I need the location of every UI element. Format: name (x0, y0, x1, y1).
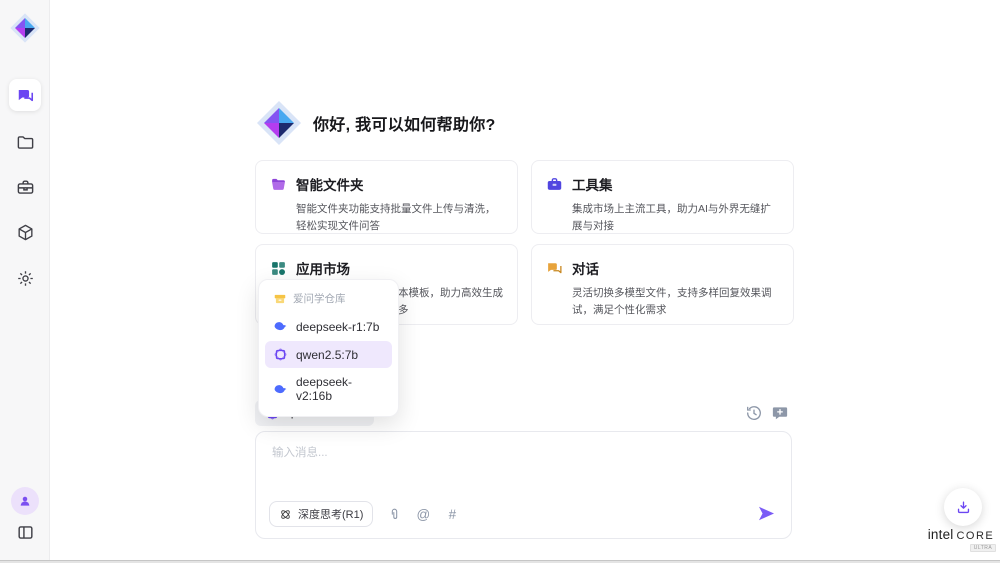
new-chat-button[interactable] (771, 404, 789, 422)
qwen-icon (273, 347, 288, 362)
sidebar-item-folders[interactable] (9, 126, 41, 158)
card-smart-folder[interactable]: 智能文件夹 智能文件夹功能支持批量文件上传与清洗，轻松实现文件问答 (255, 160, 518, 234)
message-plus-icon (771, 404, 789, 422)
cube-icon (16, 223, 35, 242)
greeting-logo (255, 99, 303, 147)
diamond-logo-icon (9, 12, 41, 44)
deep-think-icon (279, 508, 292, 521)
chat-icon (16, 86, 35, 105)
core-brand-text: core (956, 531, 994, 542)
send-button[interactable] (757, 504, 777, 524)
sidebar-item-models[interactable] (9, 216, 41, 248)
chat-bubbles-icon (546, 260, 563, 277)
card-description: 本模板，助力高效生成多 (398, 285, 503, 320)
sidebar-collapse-button[interactable] (9, 516, 41, 548)
message-input[interactable] (272, 444, 772, 488)
at-icon: @ (417, 507, 431, 522)
card-description: 灵活切换多模型文件，支持多样回复效果调试，满足个性化需求 (572, 285, 779, 320)
attach-button[interactable] (386, 506, 402, 522)
sidebar-item-toolbox[interactable] (9, 171, 41, 203)
card-title: 工具集 (572, 174, 613, 194)
panel-layout-icon (16, 523, 35, 542)
history-button[interactable] (745, 404, 763, 422)
history-icon (745, 404, 763, 422)
model-option-deepseek-r1[interactable]: deepseek-r1:7b (265, 313, 392, 340)
folder-icon (270, 176, 287, 193)
composer-toolbar: 深度思考(R1) @ # (269, 501, 777, 527)
model-option-deepseek-v2[interactable]: deepseek-v2:16b (265, 369, 392, 409)
deep-think-toggle[interactable]: 深度思考(R1) (269, 501, 373, 527)
send-icon (757, 504, 776, 523)
model-option-label: deepseek-v2:16b (296, 375, 384, 403)
sidebar-item-settings[interactable] (9, 262, 41, 294)
message-composer: 深度思考(R1) @ # (255, 431, 792, 539)
model-group-label: 爱问学仓库 (293, 291, 346, 306)
folder-icon (16, 133, 35, 152)
hash-icon: # (449, 507, 457, 522)
briefcase-icon (16, 178, 35, 197)
user-icon (17, 493, 33, 509)
app-logo (9, 12, 41, 44)
card-conversation[interactable]: 对话 灵活切换多模型文件，支持多样回复效果调试，满足个性化需求 (531, 244, 794, 325)
card-title: 智能文件夹 (296, 174, 364, 194)
deepseek-whale-icon (273, 382, 288, 397)
user-avatar[interactable] (11, 487, 39, 515)
intel-brand-text: intel (928, 528, 954, 542)
mention-button[interactable]: @ (415, 506, 431, 522)
download-icon (955, 499, 972, 516)
sidebar-item-chat[interactable] (9, 79, 41, 111)
card-title: 对话 (572, 258, 599, 278)
card-description: 智能文件夹功能支持批量文件上传与清洗，轻松实现文件问答 (296, 201, 503, 236)
hash-button[interactable]: # (444, 506, 460, 522)
model-option-qwen[interactable]: qwen2.5:7b (265, 341, 392, 368)
model-group-header: 爱问学仓库 (265, 286, 392, 312)
app-grid-icon (270, 260, 287, 277)
diamond-logo-icon (255, 99, 303, 147)
paperclip-icon (387, 507, 402, 522)
model-option-label: deepseek-r1:7b (296, 320, 379, 334)
card-description: 集成市场上主流工具，助力AI与外界无缝扩展与对接 (572, 201, 779, 236)
model-option-label: qwen2.5:7b (296, 348, 358, 362)
app-window: 你好, 我可以如何帮助你? 智能文件夹 智能文件夹功能支持批量文件上传与清洗，轻… (0, 0, 1000, 563)
card-toolset[interactable]: 工具集 集成市场上主流工具，助力AI与外界无缝扩展与对接 (531, 160, 794, 234)
deep-think-label: 深度思考(R1) (298, 506, 363, 522)
intel-core-badge: intel core ultra (922, 528, 1000, 552)
page-title: 你好, 我可以如何帮助你? (313, 99, 496, 147)
sidebar (0, 0, 50, 563)
download-button[interactable] (944, 488, 982, 526)
model-dropdown: 爱问学仓库 deepseek-r1:7b qwen2.5:7b deepseek… (258, 279, 399, 417)
ultra-badge: ultra (970, 544, 996, 552)
briefcase-icon (546, 176, 563, 193)
archive-icon (273, 292, 287, 306)
gear-icon (16, 269, 35, 288)
deepseek-whale-icon (273, 319, 288, 334)
card-title: 应用市场 (296, 258, 350, 278)
